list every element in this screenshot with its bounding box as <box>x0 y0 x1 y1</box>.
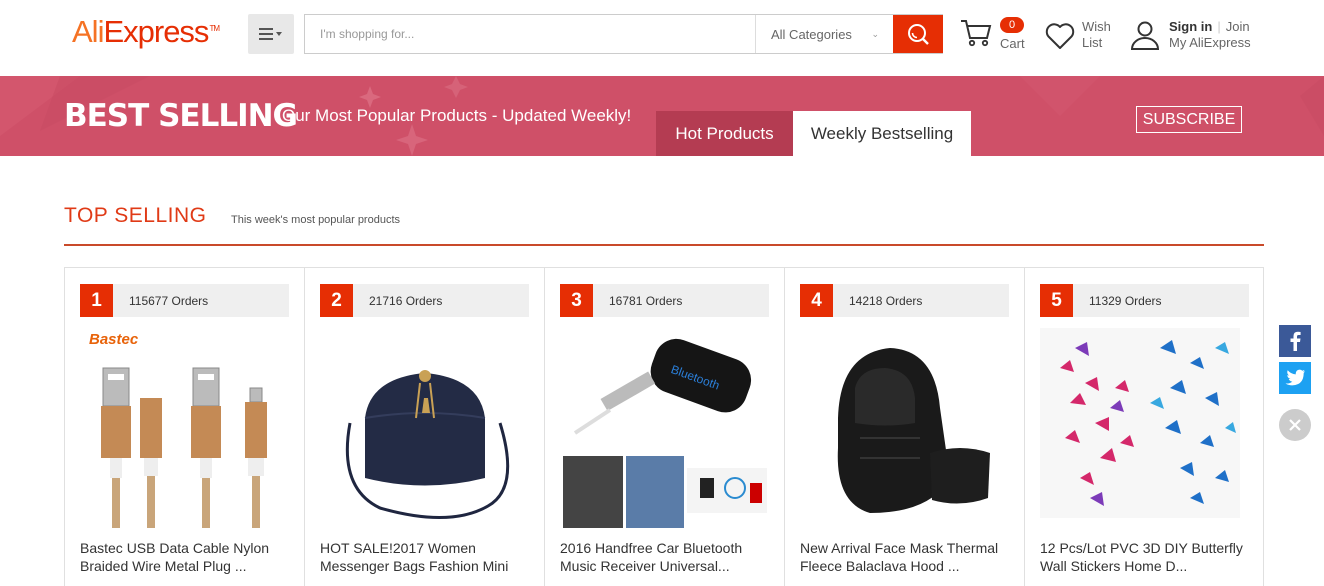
my-aliexpress-link[interactable]: My AliExpress <box>1169 35 1251 51</box>
rank-badge: 4 <box>800 284 833 317</box>
close-icon <box>1289 419 1301 431</box>
product-title[interactable]: New Arrival Face Mask Thermal Fleece Bal… <box>800 539 1012 575</box>
twitter-icon <box>1285 369 1305 386</box>
search-input[interactable] <box>305 15 755 53</box>
cart-label: Cart <box>1000 36 1025 51</box>
best-selling-banner: BEST SELLING Our Most Popular Products -… <box>0 76 1324 156</box>
order-count: 11329 Orders <box>1089 294 1162 308</box>
section-title: TOP SELLING <box>64 204 207 227</box>
rank-bar: 1 115677 Orders <box>80 284 289 317</box>
cart-count-badge: 0 <box>1000 17 1024 33</box>
close-social-button[interactable] <box>1279 409 1311 441</box>
menu-icon <box>259 28 282 40</box>
account-menu[interactable]: Sign in | Join My AliExpress <box>1130 18 1270 58</box>
product-image[interactable] <box>1040 328 1249 528</box>
order-count: 21716 Orders <box>369 294 443 308</box>
heart-icon <box>1045 23 1075 49</box>
aliexpress-logo[interactable]: AliExpressTM <box>72 14 220 50</box>
cart-icon <box>961 20 992 47</box>
order-count: 115677 Orders <box>129 294 209 308</box>
rank-badge: 5 <box>1040 284 1073 317</box>
tab-hot-products[interactable]: Hot Products <box>656 111 793 156</box>
product-image[interactable] <box>800 328 1009 528</box>
rank-badge: 3 <box>560 284 593 317</box>
rank-bar: 3 16781 Orders <box>560 284 769 317</box>
banner-title: BEST SELLING <box>64 98 298 134</box>
section-divider <box>64 244 1264 246</box>
user-icon <box>1130 21 1160 50</box>
twitter-share-button[interactable] <box>1279 362 1311 394</box>
tab-weekly-bestselling[interactable]: Weekly Bestselling <box>793 111 971 156</box>
product-title[interactable]: 12 Pcs/Lot PVC 3D DIY Butterfly Wall Sti… <box>1040 539 1252 575</box>
rank-bar: 4 14218 Orders <box>800 284 1009 317</box>
search-button[interactable] <box>893 15 943 53</box>
search-bar: All Categories ⌄ <box>304 14 943 54</box>
category-select[interactable]: All Categories ⌄ <box>755 15 893 53</box>
product-title[interactable]: 2016 Handfree Car Bluetooth Music Receiv… <box>560 539 772 575</box>
join-link[interactable]: Join <box>1226 19 1250 34</box>
product-card[interactable]: 2 21716 Orders HOT SALE!2017 Women Messe… <box>305 268 545 586</box>
product-title[interactable]: Bastec USB Data Cable Nylon Braided Wire… <box>80 539 292 575</box>
product-image[interactable]: Bastec <box>80 328 289 528</box>
facebook-share-button[interactable] <box>1279 325 1311 357</box>
product-card[interactable]: 3 16781 Orders Bluetooth 2016 Handfree C… <box>545 268 785 586</box>
product-card[interactable]: 4 14218 Orders New Arrival Face Mask The… <box>785 268 1025 586</box>
svg-text:Bastec: Bastec <box>89 331 139 348</box>
rank-bar: 2 21716 Orders <box>320 284 529 317</box>
subscribe-button[interactable]: SUBSCRIBE <box>1136 106 1242 133</box>
sign-in-link[interactable]: Sign in <box>1169 19 1212 34</box>
section-subtitle: This week's most popular products <box>231 214 401 226</box>
facebook-icon <box>1290 331 1301 351</box>
product-card[interactable]: 5 11329 Orders 12 Pcs/Lot PVC 3D DIY But <box>1025 268 1263 586</box>
chevron-down-icon: ⌄ <box>871 28 879 39</box>
site-header: AliExpressTM All Categories ⌄ <box>0 0 1324 76</box>
product-image[interactable]: Bluetooth <box>560 328 769 528</box>
category-menu-button[interactable] <box>248 14 294 54</box>
rank-badge: 1 <box>80 284 113 317</box>
order-count: 14218 Orders <box>849 294 923 308</box>
banner-subtitle: Our Most Popular Products - Updated Week… <box>282 106 632 125</box>
rank-bar: 5 11329 Orders <box>1040 284 1249 317</box>
product-card[interactable]: 1 115677 Orders Bastec Bastec USB Data C… <box>65 268 305 586</box>
product-title[interactable]: HOT SALE!2017 Women Messenger Bags Fashi… <box>320 539 532 575</box>
cart-link[interactable]: 0 Cart <box>960 16 1030 56</box>
product-image[interactable] <box>320 328 529 528</box>
product-grid: 1 115677 Orders Bastec Bastec USB Data C… <box>64 267 1264 586</box>
wish-list-link[interactable]: Wish List <box>1045 18 1120 58</box>
search-icon <box>908 24 929 45</box>
rank-badge: 2 <box>320 284 353 317</box>
order-count: 16781 Orders <box>609 294 683 308</box>
